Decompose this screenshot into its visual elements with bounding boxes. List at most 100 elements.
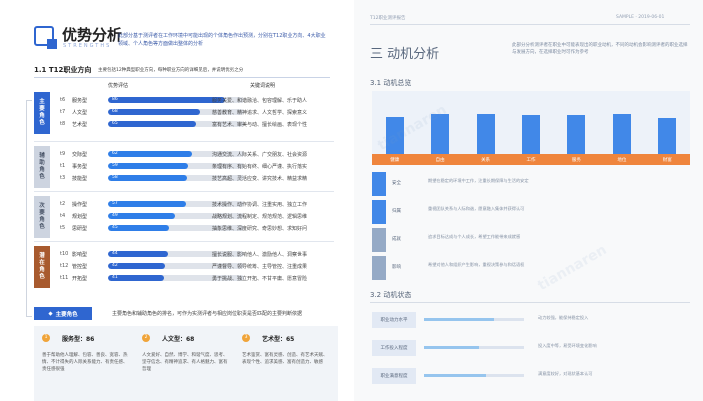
role-name: 人文型 <box>72 110 88 116</box>
role-keywords: 条理有序、有始有终、细心严谨、执行落实 <box>212 164 308 170</box>
role-name: 事务型 <box>72 164 88 170</box>
score-fill: 44 <box>108 251 168 257</box>
role-row: t6 服务型 86 服务关爱、和谐融洽、包容理解、乐于助人 <box>56 95 336 106</box>
page-subtitle-en: STRENGTHS <box>63 43 112 49</box>
group-divider <box>34 191 334 192</box>
role-keywords: 技术操作、动作协调、注重实用、独立工作 <box>212 202 308 208</box>
role-code: t9 <box>60 151 66 157</box>
role-keywords: 技艺高超、灵活应变、讲究技术、精益求精 <box>212 176 308 182</box>
group-label-text: 次要角色 <box>39 203 45 230</box>
motivation-bar-chart: 健康 自由 关系 工作 服务 地位 财富 <box>372 91 690 165</box>
chart-bar <box>522 115 540 154</box>
chart-bar <box>658 118 677 154</box>
score-value: 65 <box>112 121 118 126</box>
rank-badge: 3 <box>242 334 250 342</box>
role-row: t12 管控型 42 严谨督导、领导统筹、主导管控、注重成果 <box>56 261 336 272</box>
state-item: 职业动力水平 动力较强，能保持稳定投入 <box>372 312 690 334</box>
role-name: 影响型 <box>72 252 88 258</box>
state-fill <box>424 318 494 321</box>
role-row: t4 规划型 49 战略规划、流程制定、规范规范、逻辑思维 <box>56 211 336 222</box>
section-note: 主要包括12种典型职业方向，每种职业方向的详细见后，并说明优劣之分 <box>98 68 244 73</box>
category-label: 工作 <box>526 158 536 163</box>
role-card-desc: 善于帮助他人理解、包容、善良、宽容、热情、不计得失的人际关系能力、有责任感、责任… <box>42 353 128 372</box>
motive-text: 希望对他人和组织产生影响，重视决策参与和话语权 <box>428 262 525 267</box>
motive-text: 期望在稳定的环境中工作，注重长期保障与生活的安定 <box>428 178 529 183</box>
role-keywords: 富有艺术、审美与动、擅长绘画、表现个性 <box>212 122 308 128</box>
state-item: 工作投入程度 投入度中等，易受环境变化影响 <box>372 340 690 362</box>
role-row: t2 操作型 57 技术操作、动作协调、注重实用、独立工作 <box>56 199 336 210</box>
column-header-score: 优势评估 <box>108 83 129 89</box>
group-label-text: 辅助角色 <box>39 153 45 180</box>
page-title: 优势分析 <box>62 26 123 44</box>
score-fill: 68 <box>108 109 201 115</box>
section-heading: 3.1 动机总览 <box>370 79 412 87</box>
role-code: t3 <box>60 175 66 181</box>
category-label: 地位 <box>617 158 627 163</box>
role-name: 操作型 <box>72 202 88 208</box>
score-fill: 42 <box>108 263 166 269</box>
role-keywords: 服务关爱、和谐融洽、包容理解、乐于助人 <box>212 98 308 104</box>
state-fill <box>424 374 486 377</box>
score-value: 68 <box>112 109 118 114</box>
role-keywords: 沟通交流、人际关系、广交朋友、社会资源 <box>212 152 308 158</box>
chart-bar <box>476 114 495 154</box>
state-text: 动力较强，能保持稳定投入 <box>538 315 589 320</box>
score-fill: 58 <box>108 175 187 181</box>
role-row: t9 交际型 62 沟通交流、人际关系、广交朋友、社会资源 <box>56 149 336 160</box>
group-label: 潜在角色 <box>34 246 50 288</box>
state-text: 投入度中等，易受环境变化影响 <box>538 343 597 348</box>
score-fill: 62 <box>108 151 193 157</box>
state-item: 职业满意程度 满意度较好，对现状基本认可 <box>372 368 690 390</box>
motive-item: 成就 追求目标达成与个人成长，希望工作能带来成就感 <box>372 228 690 252</box>
role-name: 开拓型 <box>72 276 88 282</box>
header-rule <box>370 24 690 25</box>
motive-marker <box>372 228 386 252</box>
state-name: 职业满意程度 <box>372 368 416 384</box>
role-keywords: 战略规划、流程制定、规范规范、逻辑思维 <box>212 214 308 220</box>
role-code: t2 <box>60 201 66 207</box>
category-label: 服务 <box>571 158 581 163</box>
state-fill <box>424 346 479 349</box>
intro-text: 此部分基于测评者在工作环境中可能出现的个体角色作出预测，分别在T12职业方向、4… <box>118 33 326 47</box>
category-label: 自由 <box>435 158 445 163</box>
score-value: 41 <box>112 275 118 280</box>
role-code: t6 <box>60 97 66 103</box>
main-role-cards: 1 服务型：86 善于帮助他人理解、包容、善良、宽容、热情、不计得失的人际关系能… <box>34 326 338 401</box>
role-row: t5 思研型 45 抽象思维、深度研究、奇思妙想、求知好问 <box>56 223 336 234</box>
role-row: t10 影响型 44 擅长说服、影响他人、激励他人、洞察世事 <box>56 249 336 260</box>
score-value: 59 <box>112 163 118 168</box>
role-keywords: 勇于挑战、独立开拓、不甘平庸、愿意冒险 <box>212 276 308 282</box>
motive-text: 追求目标达成与个人成长，希望工作能带来成就感 <box>428 234 521 239</box>
role-name: 管控型 <box>72 264 88 270</box>
role-name: 思研型 <box>72 226 88 232</box>
score-fill: 41 <box>108 275 164 281</box>
section-logo-icon <box>34 26 57 49</box>
score-fill: 65 <box>108 121 197 127</box>
role-keywords: 慈善教育、精神追求、人文哲学、探索意义 <box>212 110 308 116</box>
chart-bar <box>612 114 631 154</box>
group-bracket <box>26 100 32 317</box>
state-track <box>424 374 524 377</box>
motive-name: 影响 <box>392 265 401 270</box>
category-label: 关系 <box>481 158 491 163</box>
group-divider <box>34 141 334 142</box>
chart-bar <box>567 114 586 154</box>
chart-bar <box>385 117 404 154</box>
score-fill: 45 <box>108 225 170 231</box>
role-row: t8 艺术型 65 富有艺术、审美与动、擅长绘画、表现个性 <box>56 119 336 130</box>
divider <box>34 77 330 78</box>
role-code: t4 <box>60 213 66 219</box>
role-name: 交际型 <box>72 152 88 158</box>
role-name: 服务型 <box>72 98 88 104</box>
score-value: 62 <box>112 151 118 156</box>
role-code: t5 <box>60 225 66 231</box>
role-keywords: 严谨督导、领导统筹、主导管控、注重成果 <box>212 264 308 270</box>
motive-item: 影响 希望对他人和组织产生影响，重视决策参与和话语权 <box>372 256 690 280</box>
motive-name: 成就 <box>392 237 401 242</box>
motive-text: 重视团队关系与人际和谐，愿意融入集体并获得认可 <box>428 206 525 211</box>
score-fill: 59 <box>108 163 189 169</box>
role-card-desc: 人文爱好、自然、博学、和谐气度、思考、坚守信念、有精神追求、有人格魅力、富有哲理 <box>142 353 228 372</box>
role-name: 艺术型 <box>72 122 88 128</box>
group-divider <box>34 241 334 242</box>
main-role-label: 主要角色 <box>55 311 78 318</box>
